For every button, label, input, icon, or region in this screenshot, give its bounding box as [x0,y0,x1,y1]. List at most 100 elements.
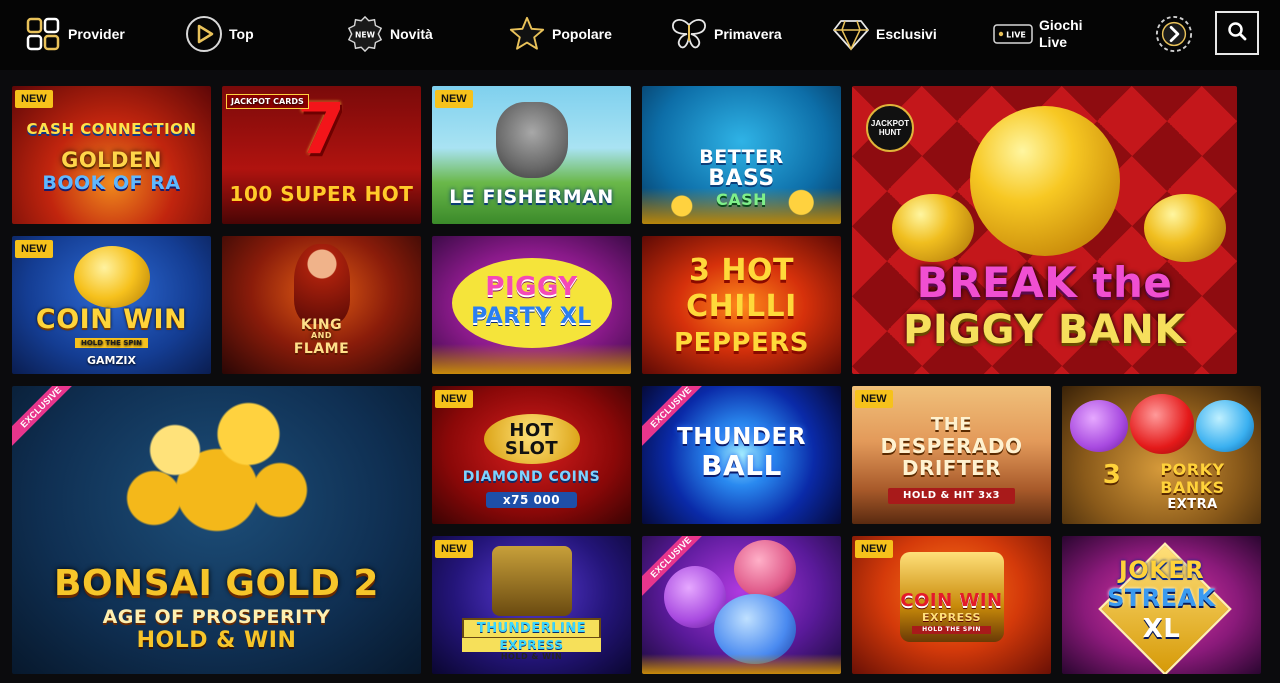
game-title: AGE OF PROSPERITY [102,606,331,628]
red-pig-image [1130,394,1194,454]
new-badge: NEW [435,540,473,558]
golden-bonsai-tree-image [112,394,322,554]
game-title: BANKS [1160,478,1225,497]
game-tile-piggy-party-xl[interactable]: PIGGY PARTY XL [432,236,631,374]
game-title: DRIFTER [901,456,1002,480]
purple-pig-image [1070,400,1128,452]
game-title: PEPPERS [674,328,809,358]
game-title: KING [300,317,343,333]
play-circle-icon [185,15,223,53]
game-title: CHILLI [686,289,797,324]
game-tile-joker-streak-xl[interactable]: JOKER STREAK XL [1062,536,1261,674]
jackpot-cards-badge: JACKPOT CARDS [226,94,309,109]
pink-pig-image [734,540,796,598]
new-badge: NEW [435,90,473,108]
game-title: FLAME [293,341,350,357]
fire-queen-character-image [294,244,350,324]
game-tile-bonsai-gold-2[interactable]: BONSAI GOLD 2 AGE OF PROSPERITY HOLD & W… [12,386,421,674]
nav-provider[interactable]: Provider [24,14,125,54]
game-title: BONSAI GOLD 2 [54,563,379,604]
raccoon-character-image [496,102,568,178]
game-title: 3 HOT [689,253,794,288]
game-title: JOKER [1118,556,1205,584]
game-title: CASH [715,190,768,209]
wheel-arrow-icon [1155,15,1193,53]
game-title: PARTY XL [471,304,592,329]
game-title: BETTER [699,146,784,168]
diamond-icon [832,15,870,53]
game-title: COIN WIN [900,590,1003,611]
blue-pig-image [1196,400,1254,452]
game-title: 100 SUPER HOT [229,182,414,206]
new-badge-icon: NEW [346,15,384,53]
provider-name: GAMZIX [86,354,137,367]
provider-grid-icon [24,15,62,53]
nav-provider-label: Provider [68,25,125,42]
game-title: BALL [701,449,782,482]
game-title: 3 [1102,460,1122,490]
game-title: DIAMOND COINS [462,469,601,485]
game-title: XL [1142,614,1181,644]
star-icon [508,15,546,53]
svg-text:NEW: NEW [355,30,376,39]
game-tile-coin-win-express[interactable]: COIN WIN EXPRESS HOLD THE SPIN NEW [852,536,1051,674]
game-title: DESPERADO [880,434,1023,458]
nav-primavera-label: Primavera [714,25,782,42]
butterfly-icon [670,15,708,53]
nav-popolare-label: Popolare [552,25,612,42]
gold-coins-image [432,344,631,374]
game-title: PIGGY [485,272,578,302]
game-tile-100-super-hot[interactable]: 7 100 SUPER HOT JACKPOT CARDS [222,86,421,224]
game-tile-coin-win[interactable]: COIN WIN HOLD THE SPIN GAMZIX NEW [12,236,211,374]
game-title: EXPRESS [922,611,981,624]
game-title: BREAK the [916,258,1173,307]
game-tile-better-bass-cash[interactable]: BETTER BASS CASH [642,86,841,224]
search-button[interactable] [1215,11,1259,55]
top-nav-bar: Provider Top NEW Novità Popolare Primave… [0,0,1280,70]
game-tile-porky-banks[interactable]: 3 PORKY BANKS EXTRA [1062,386,1261,524]
game-subtitle: HOLD THE SPIN [912,626,991,634]
game-title: BOOK OF RA [42,172,181,194]
game-tile-desperado-drifter[interactable]: THE DESPERADO DRIFTER HOLD & HIT 3x3 NEW [852,386,1051,524]
train-image [492,546,572,616]
new-badge: NEW [15,240,53,258]
game-title: EXPRESS [462,638,601,652]
game-title: BASS [708,166,775,191]
nav-top[interactable]: Top [185,14,254,54]
game-tile-hot-slot-diamond-coins[interactable]: HOT SLOT DIAMOND COINS x75 000 NEW [432,386,631,524]
game-tile-cash-connection[interactable]: CASH CONNECTION GOLDEN BOOK OF RA NEW [12,86,211,224]
game-title: CASH CONNECTION [26,120,197,138]
game-title: THUNDERLINE [462,618,601,639]
game-title: AND [310,331,333,340]
game-tile-le-fisherman[interactable]: LE FISHERMAN NEW [432,86,631,224]
game-tile-king-and-flame[interactable]: KING AND FLAME [222,236,421,374]
gold-piggy-large-image [970,106,1120,256]
nav-primavera[interactable]: Primavera [670,14,782,54]
game-subtitle: HOLD THE SPIN [18,338,205,348]
svg-text:LIVE: LIVE [1006,31,1026,40]
nav-novita-label: Novità [390,25,433,42]
nav-giochi-live[interactable]: LIVE Giochi Live [993,14,1089,54]
game-tile-3-hot-chilli-peppers[interactable]: 3 HOT CHILLI PEPPERS [642,236,841,374]
game-subtitle: HOLD & HIT 3x3 [888,488,1015,504]
game-tile-thunder-ball[interactable]: THUNDER BALL EXCLUSIVE [642,386,841,524]
new-badge: NEW [855,390,893,408]
game-subtitle: HOLD & WIN [500,652,563,661]
nav-next-button[interactable] [1155,14,1193,54]
game-tile-break-the-piggy-bank[interactable]: BREAK the PIGGY BANK JACKPOT HUNT [852,86,1237,374]
nav-esclusivi[interactable]: Esclusivi [832,14,937,54]
gold-coin-image [74,246,150,308]
game-title: COIN WIN [35,304,188,335]
game-title: THUNDER [677,424,806,450]
game-title: THE [930,414,973,435]
nav-novita[interactable]: NEW Novità [346,14,433,54]
game-title: PIGGY BANK [903,307,1186,353]
game-tile-piggy-party-exclusive[interactable]: EXCLUSIVE [642,536,841,674]
nav-popolare[interactable]: Popolare [508,14,612,54]
game-title: HOLD & WIN [136,628,297,653]
new-badge: NEW [855,540,893,558]
gold-coins-image [642,654,841,674]
game-tile-thunderline-express[interactable]: THUNDERLINE EXPRESS HOLD & WIN NEW [432,536,631,674]
live-badge-icon: LIVE [993,15,1033,53]
game-title: SLOT [504,438,559,459]
